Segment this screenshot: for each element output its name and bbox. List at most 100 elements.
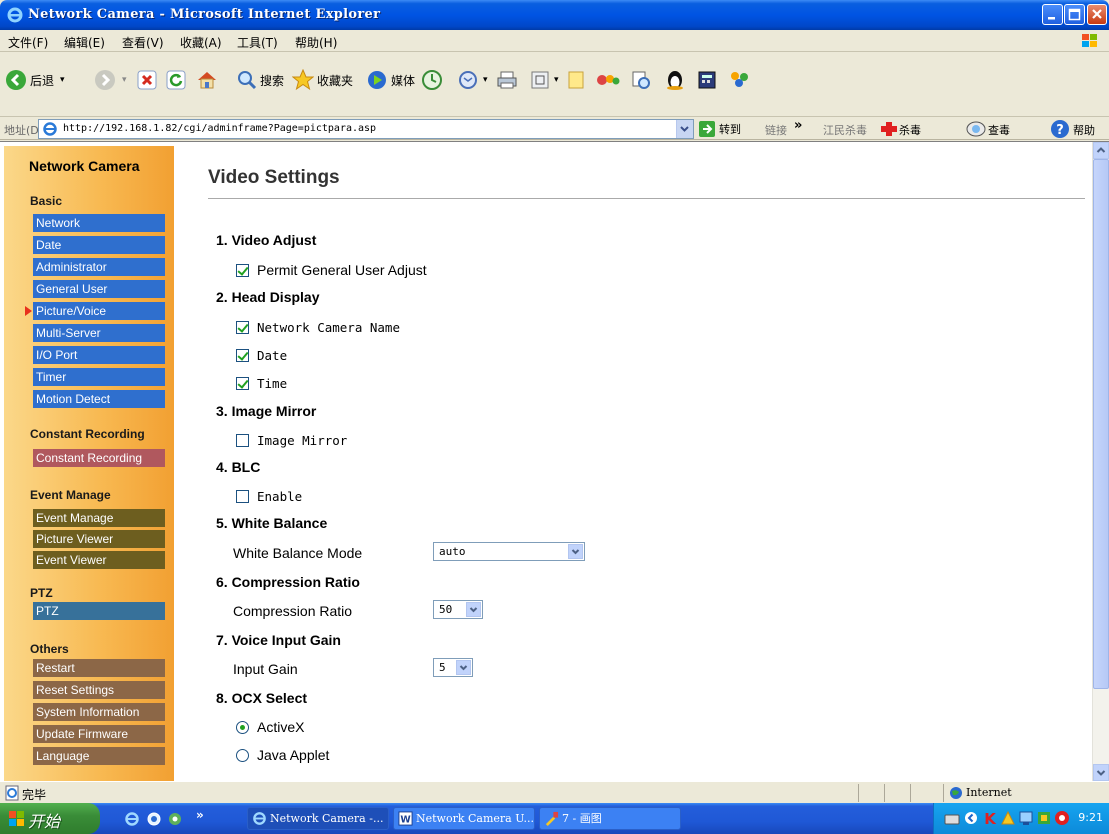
compression-dropdown-button[interactable] (466, 602, 481, 617)
forward-dropdown-icon[interactable]: ▾ (122, 75, 127, 85)
activex-radio[interactable] (236, 720, 249, 734)
scroll-thumb[interactable] (1093, 159, 1109, 689)
quicklaunch-more-chevron-icon[interactable]: » (196, 808, 204, 822)
sidebar-item-timer[interactable]: Timer (33, 368, 165, 386)
menu-view[interactable]: 查看(V) (122, 34, 164, 51)
sidebar-item-system-information[interactable]: System Information (33, 703, 165, 721)
notepad-button[interactable] (566, 63, 586, 97)
sidebar-item-update-firmware[interactable]: Update Firmware (33, 725, 165, 743)
blc-enable-option[interactable]: Enable (236, 488, 302, 504)
time-checkbox[interactable] (236, 376, 249, 390)
links-label[interactable]: 链接 (765, 122, 787, 138)
print-button[interactable] (496, 63, 518, 97)
permit-user-adjust-checkbox[interactable] (236, 263, 249, 277)
menu-file[interactable]: 文件(F) (8, 34, 48, 51)
compression-ratio-select[interactable]: 50 (433, 600, 483, 619)
sidebar-item-restart[interactable]: Restart (33, 659, 165, 677)
activex-option[interactable]: ActiveX (236, 719, 304, 735)
sidebar-item-picture-viewer[interactable]: Picture Viewer (33, 530, 165, 548)
go-button[interactable]: 转到 (698, 120, 741, 138)
messenger-button[interactable] (596, 63, 620, 97)
sidebar-item-picture-voice[interactable]: Picture/Voice (33, 302, 165, 320)
blc-enable-checkbox[interactable] (236, 489, 249, 503)
edit-dropdown-icon[interactable]: ▾ (554, 75, 559, 85)
image-mirror-checkbox[interactable] (236, 433, 249, 447)
white-balance-mode-select[interactable]: auto (433, 542, 585, 561)
tray-antivirus-icon[interactable] (1054, 810, 1070, 826)
sidebar-item-ptz[interactable]: PTZ (33, 602, 165, 620)
scroll-up-button[interactable] (1093, 142, 1109, 159)
sidebar-item-multi-server[interactable]: Multi-Server (33, 324, 165, 342)
date-checkbox[interactable] (236, 348, 249, 362)
search-button[interactable]: 搜索 (237, 63, 284, 97)
home-button[interactable] (196, 63, 218, 97)
antivirus-link[interactable]: 江民杀毒 (823, 122, 867, 138)
menu-edit[interactable]: 编辑(E) (64, 34, 105, 51)
vertical-scrollbar[interactable] (1092, 142, 1109, 782)
sidebar-item-io-port[interactable]: I/O Port (33, 346, 165, 364)
minimize-button[interactable] (1042, 4, 1063, 25)
system-clock[interactable]: 9:21 (1078, 811, 1103, 824)
camera-name-option[interactable]: Network Camera Name (236, 319, 400, 335)
menu-tools[interactable]: 工具(T) (237, 34, 278, 51)
quicklaunch-network-icon[interactable] (167, 811, 183, 827)
address-input[interactable]: http://192.168.1.82/cgi/adminframe?Page=… (38, 119, 694, 139)
contacts-button[interactable] (727, 63, 753, 97)
task-network-camera-word[interactable]: W Network Camera U... (393, 807, 535, 830)
tray-app-icon[interactable] (1000, 810, 1016, 826)
kingsoft-k-icon[interactable]: K (982, 810, 998, 826)
refresh-button[interactable] (166, 63, 186, 97)
menu-help[interactable]: 帮助(H) (295, 34, 337, 51)
white-balance-dropdown-button[interactable] (568, 544, 583, 559)
favorites-button[interactable]: 收藏夹 (292, 63, 353, 97)
sidebar-item-motion-detect[interactable]: Motion Detect (33, 390, 165, 408)
sidebar-item-administrator[interactable]: Administrator (33, 258, 165, 276)
address-dropdown[interactable] (676, 120, 693, 138)
sidebar-item-constant-recording[interactable]: Constant Recording (33, 449, 165, 467)
mail-dropdown-icon[interactable]: ▾ (483, 75, 488, 85)
help-button[interactable]: 帮助 (1073, 122, 1095, 138)
links-more-chevron-icon[interactable]: » (794, 118, 802, 133)
mail-button[interactable]: ▾ (457, 63, 488, 97)
camera-name-checkbox[interactable] (236, 320, 249, 334)
sidebar-item-network[interactable]: Network (33, 214, 165, 232)
sidebar-item-reset-settings[interactable]: Reset Settings (33, 681, 165, 699)
tray-shield-icon[interactable] (1036, 810, 1052, 826)
quicklaunch-ie-icon[interactable] (124, 811, 140, 827)
quicklaunch-browser-icon[interactable] (146, 811, 162, 827)
sidebar-item-date[interactable]: Date (33, 236, 165, 254)
scan-virus-button[interactable]: 查毒 (988, 122, 1010, 138)
start-button[interactable]: 开始 (0, 803, 100, 834)
scroll-down-button[interactable] (1093, 764, 1109, 781)
menu-favorites[interactable]: 收藏(A) (180, 34, 222, 51)
calculator-button[interactable] (697, 63, 717, 97)
java-applet-option[interactable]: Java Applet (236, 747, 329, 763)
tray-collapse-icon[interactable] (964, 811, 978, 825)
maximize-button[interactable] (1064, 4, 1085, 25)
sidebar-item-language[interactable]: Language (33, 747, 165, 765)
history-button[interactable] (421, 63, 443, 97)
forward-button[interactable]: ▾ (94, 63, 127, 97)
stop-button[interactable] (137, 63, 157, 97)
edit-button[interactable]: ▾ (530, 63, 559, 97)
date-option[interactable]: Date (236, 347, 287, 363)
input-gain-select[interactable]: 5 (433, 658, 473, 677)
task-paint[interactable]: 7 - 画图 (539, 807, 681, 830)
input-gain-dropdown-button[interactable] (456, 660, 471, 675)
close-button[interactable] (1087, 4, 1107, 25)
image-mirror-option[interactable]: Image Mirror (236, 432, 347, 448)
network-status-icon[interactable] (1018, 810, 1034, 826)
media-button[interactable]: 媒体 (366, 63, 415, 97)
keyboard-icon[interactable] (944, 812, 960, 826)
back-dropdown-icon[interactable]: ▾ (60, 75, 65, 85)
permit-user-adjust-option[interactable]: Permit General User Adjust (236, 262, 427, 278)
research-button[interactable] (630, 63, 652, 97)
java-applet-radio[interactable] (236, 748, 249, 762)
kill-virus-button[interactable]: 杀毒 (899, 122, 921, 138)
task-network-camera-ie[interactable]: Network Camera -... (247, 807, 389, 830)
sidebar-item-event-viewer[interactable]: Event Viewer (33, 551, 165, 569)
sidebar-item-general-user[interactable]: General User (33, 280, 165, 298)
time-option[interactable]: Time (236, 375, 287, 391)
sidebar-item-event-manage[interactable]: Event Manage (33, 509, 165, 527)
back-button[interactable]: 后退 ▾ (5, 63, 65, 97)
